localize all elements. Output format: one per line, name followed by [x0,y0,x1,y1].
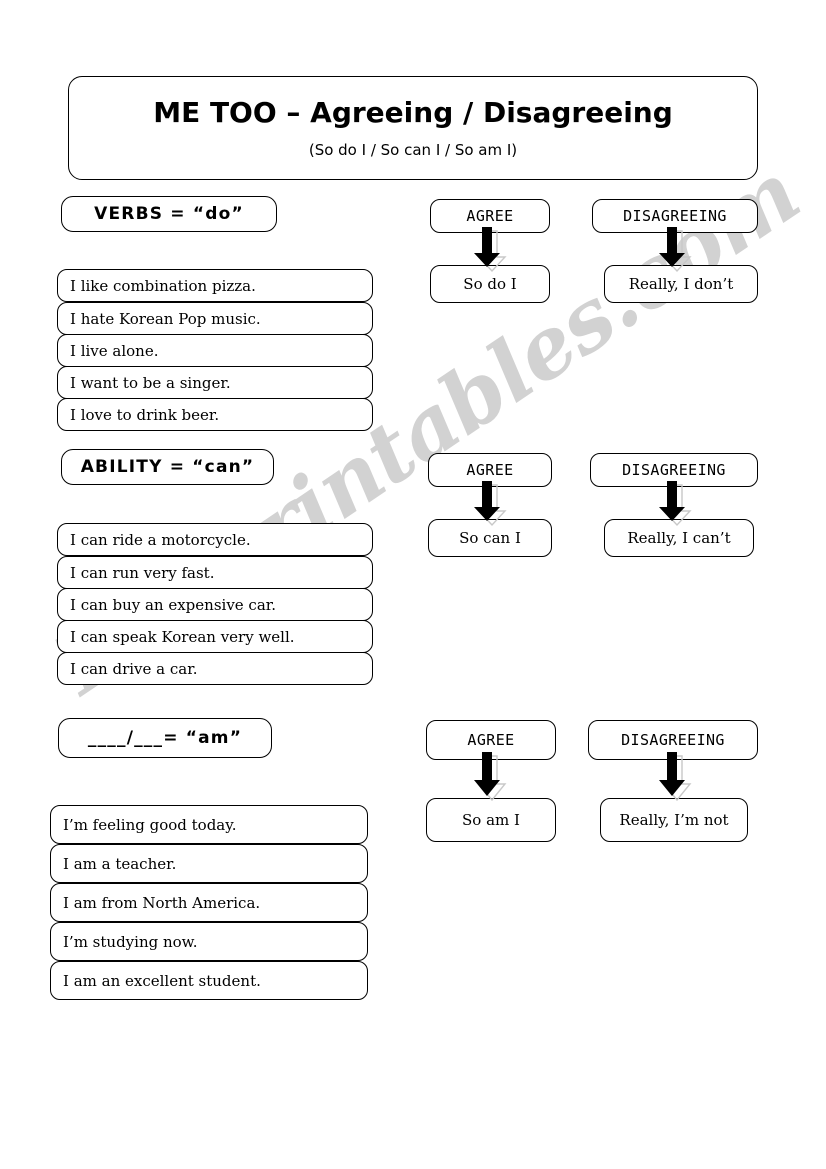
agree-answer-text: So do I [463,275,517,293]
disagree-answer-text: Really, I’m not [619,811,729,829]
disagree-answer-box: Really, I don’t [604,265,758,303]
statement-box: I’m studying now. [50,922,368,961]
statement-text: I like combination pizza. [70,276,256,295]
agree-answer-text: So can I [459,529,521,547]
statement-box: I like combination pizza. [57,269,373,302]
disagree-answer-text: Really, I don’t [628,275,734,293]
statement-text: I am a teacher. [63,854,177,873]
agree-header-box: AGREE [428,453,552,487]
disagree-answer-text: Really, I can’t [627,529,731,547]
disagree-header-box: DISAGREEING [592,199,758,233]
statement-box: I can speak Korean very well. [57,620,373,653]
agree-answer-box: So am I [426,798,556,842]
page-subtitle: (So do I / So can I / So am I) [308,140,518,159]
statement-text: I’m feeling good today. [63,815,237,834]
statement-text: I can buy an expensive car. [70,595,277,614]
statement-box: I love to drink beer. [57,398,373,431]
statement-box: I can buy an expensive car. [57,588,373,621]
disagree-header-box: DISAGREEING [588,720,758,760]
statement-text: I’m studying now. [63,932,198,951]
disagree-header-label: DISAGREEING [621,731,725,749]
statement-text: I can drive a car. [70,659,198,678]
statement-box: I can run very fast. [57,556,373,589]
agree-answer-text: So am I [462,811,520,829]
agree-header-label: AGREE [466,207,514,225]
section-label-box-3: ____/___= “am” [58,718,272,758]
disagree-header-box: DISAGREEING [590,453,758,487]
section-label-3: ____/___= “am” [87,728,243,748]
section-label-box-1: VERBS = “do” [61,196,277,232]
statement-text: I am an excellent student. [63,971,261,990]
section-label-1: VERBS = “do” [94,204,244,224]
agree-header-label: AGREE [466,461,514,479]
statement-box: I can ride a motorcycle. [57,523,373,556]
statement-box: I live alone. [57,334,373,367]
statement-box: I want to be a singer. [57,366,373,399]
section-label-2: ABILITY = “can” [80,457,255,477]
statement-box: I’m feeling good today. [50,805,368,844]
statement-text: I can run very fast. [70,563,215,582]
worksheet-title-box: ME TOO – Agreeing / Disagreeing (So do I… [68,76,758,180]
agree-header-box: AGREE [430,199,550,233]
statement-box: I am from North America. [50,883,368,922]
statement-box: I am a teacher. [50,844,368,883]
agree-header-box: AGREE [426,720,556,760]
agree-answer-box: So do I [430,265,550,303]
statement-text: I can ride a motorcycle. [70,530,251,549]
disagree-header-label: DISAGREEING [622,461,726,479]
disagree-header-label: DISAGREEING [623,207,727,225]
agree-header-label: AGREE [467,731,515,749]
statement-text: I want to be a singer. [70,373,231,392]
disagree-answer-box: Really, I can’t [604,519,754,557]
statement-text: I live alone. [70,341,159,360]
worksheet-page: ESLprintables.com ME TOO – Agreeing / Di… [0,0,826,1169]
statement-box: I am an excellent student. [50,961,368,1000]
page-title: ME TOO – Agreeing / Disagreeing [153,95,673,129]
statement-text: I am from North America. [63,893,261,912]
statement-box: I hate Korean Pop music. [57,302,373,335]
disagree-answer-box: Really, I’m not [600,798,748,842]
statement-text: I can speak Korean very well. [70,627,295,646]
statement-text: I love to drink beer. [70,405,220,424]
statement-text: I hate Korean Pop music. [70,309,261,328]
statement-box: I can drive a car. [57,652,373,685]
agree-answer-box: So can I [428,519,552,557]
section-label-box-2: ABILITY = “can” [61,449,274,485]
